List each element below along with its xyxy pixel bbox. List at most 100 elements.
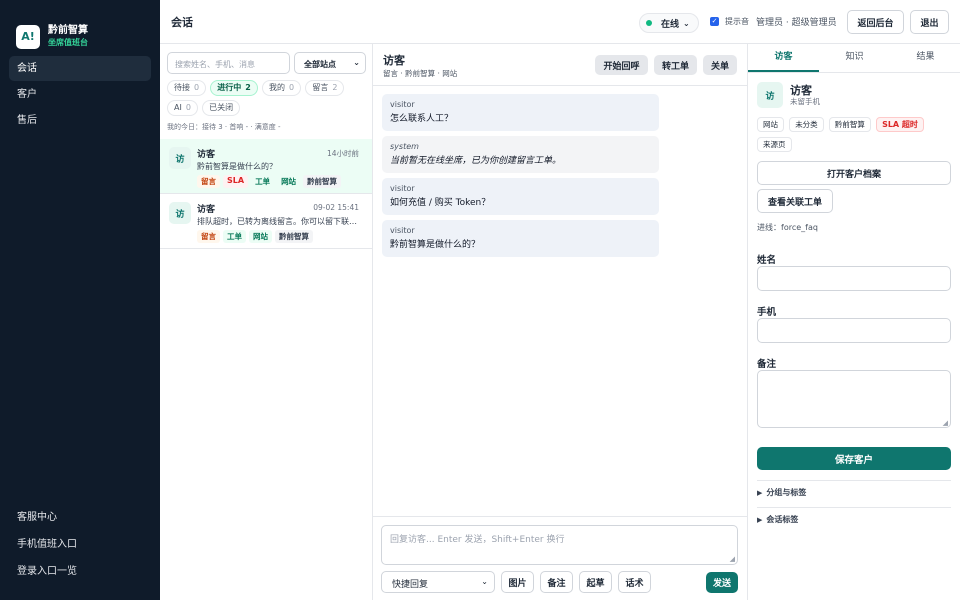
conversation-tags: 留言 SLA 工单 网站 黔前智算	[197, 175, 344, 188]
view-ticket-button[interactable]: 查看关联工单	[757, 189, 833, 213]
brand-name: 黔前智算	[48, 24, 88, 36]
note-button[interactable]: 备注	[540, 571, 573, 593]
tab-result[interactable]: 结果	[890, 44, 960, 72]
resize-grip-icon[interactable]: ◢	[730, 555, 735, 563]
logout-button[interactable]: 退出	[910, 10, 949, 34]
chevron-down-icon: ⌄	[481, 577, 488, 586]
message: visitor 怎么联系人工？	[382, 94, 659, 131]
entry-source: 进线：force_faq	[757, 223, 818, 232]
sound-toggle[interactable]: ✓ 提示音	[710, 16, 749, 27]
online-dot-icon	[646, 20, 652, 26]
phone-field[interactable]	[757, 318, 951, 343]
filter-in-progress[interactable]: 进行中 2	[210, 80, 258, 96]
site-filter-select[interactable]: 全部站点 ⌄	[294, 52, 366, 74]
name-field[interactable]	[757, 266, 951, 291]
user-label: 管理员 · 超级管理员	[756, 18, 837, 28]
chat-subtitle: 留言 · 黔前智算 · 网站	[383, 69, 458, 78]
tag-site: 黔前智算	[275, 230, 313, 243]
group-tags-toggle[interactable]: ▶ 分组与标签	[757, 480, 951, 507]
brand: A! 黔前智算 坐席值班台	[0, 0, 160, 56]
reply-textarea[interactable]: 回复访客... Enter 发送，Shift+Enter 换行 ◢	[381, 525, 738, 565]
phone-label: 手机	[757, 307, 777, 318]
chat-pane: 访客 留言 · 黔前智算 · 网站 开始回呼 转工单 关单 visitor 怎么…	[373, 44, 747, 600]
tab-visitor[interactable]: 访客	[748, 44, 819, 72]
tag-uncategorized: 未分类	[789, 117, 824, 132]
session-tags-toggle[interactable]: ▶ 会话标签	[757, 507, 951, 534]
resize-grip-icon[interactable]: ◢	[943, 419, 948, 427]
send-button[interactable]: 发送	[706, 572, 738, 593]
topbar: 会话 在线 ⌄ ✓ 提示音 管理员 · 超级管理员 返回后台 退出	[160, 0, 960, 44]
tag-site: 黔前智算	[828, 117, 871, 132]
filter-closed[interactable]: 已关闭	[202, 100, 241, 116]
sidebar-item-service-center[interactable]: 客服中心	[9, 505, 151, 531]
filter-ai[interactable]: AI 0	[167, 100, 198, 116]
sound-label: 提示音	[725, 17, 749, 26]
customer-panel: 访客 知识 结果 访 访客 未留手机 网站 未分类 黔前智算 SLA 超时 来源…	[747, 44, 960, 600]
tag-source-page[interactable]: 来源页	[757, 137, 792, 152]
tag-ticket: 工单	[251, 175, 275, 188]
start-callback-button[interactable]: 开始回呼	[595, 55, 648, 75]
conversation-item[interactable]: 访 访客 09-02 15:41 排队超时，已转为离线留言。你可以留下联… 留言…	[160, 194, 372, 249]
note-field[interactable]: ◢	[757, 370, 951, 428]
brand-subtitle: 坐席值班台	[48, 37, 88, 47]
quick-reply-label: 快捷回复	[392, 580, 429, 590]
conversation-name: 访客	[197, 205, 216, 215]
conversation-preview: 黔前智算是做什么的？	[197, 162, 277, 171]
customer-phone: 未留手机	[790, 97, 820, 106]
sidebar-item-conversations[interactable]: 会话	[9, 56, 151, 81]
message-text: 黔前智算是做什么的？	[390, 240, 481, 250]
open-profile-button[interactable]: 打开客户档案	[757, 161, 951, 185]
sidebar: A! 黔前智算 坐席值班台 会话 客户 售后 客服中心 手机值班入口 登录入口一…	[0, 0, 160, 600]
chat-header: 访客 留言 · 黔前智算 · 网站 开始回呼 转工单 关单	[373, 44, 747, 86]
save-customer-button[interactable]: 保存客户	[757, 447, 951, 470]
today-stats: 我的今日：接待 3 · 首响 - · 满意度 -	[167, 123, 281, 131]
convert-ticket-button[interactable]: 转工单	[654, 55, 697, 75]
image-button[interactable]: 图片	[501, 571, 534, 593]
sidebar-item-login-entries[interactable]: 登录入口一览	[9, 559, 151, 585]
message-sender: system	[390, 142, 419, 151]
message: visitor 黔前智算是做什么的？	[382, 220, 659, 257]
back-to-admin-button[interactable]: 返回后台	[847, 10, 904, 34]
note-label: 备注	[757, 359, 777, 370]
status-select[interactable]: 在线 ⌄	[639, 13, 699, 33]
message-sender: visitor	[390, 226, 415, 235]
triangle-right-icon: ▶	[757, 489, 763, 497]
tag-site: 黔前智算	[303, 175, 342, 188]
tag-sla: SLA	[223, 175, 249, 188]
search-input[interactable]: 搜索姓名、手机、消息	[167, 52, 290, 74]
filter-messages[interactable]: 留言 2	[305, 80, 345, 96]
sidebar-bottom-nav: 客服中心 手机值班入口 登录入口一览	[9, 505, 151, 586]
conversation-time: 14小时前	[326, 149, 359, 158]
customer-tags: 网站 未分类 黔前智算 SLA 超时 来源页	[757, 117, 953, 157]
script-button[interactable]: 话术	[618, 571, 651, 593]
conversation-time: 09-02 15:41	[313, 203, 359, 212]
site-filter-label: 全部站点	[304, 60, 336, 69]
message-list: visitor 怎么联系人工？ system 当前暂无在线坐席，已为你创建留言工…	[382, 94, 659, 262]
sidebar-item-customers[interactable]: 客户	[9, 82, 151, 107]
conversation-item[interactable]: 访 访客 14小时前 黔前智算是做什么的？ 留言 SLA 工单 网站 黔前智算	[160, 139, 372, 194]
draft-button[interactable]: 起草	[579, 571, 612, 593]
status-label: 在线	[661, 19, 680, 30]
chat-title: 访客	[383, 54, 405, 67]
filter-waiting[interactable]: 待接 0	[167, 80, 207, 96]
tag-message: 留言	[197, 230, 220, 243]
filter-mine[interactable]: 我的 0	[262, 80, 302, 96]
sidebar-item-aftersales[interactable]: 售后	[9, 108, 151, 133]
avatar: 访	[169, 147, 191, 169]
tab-knowledge[interactable]: 知识	[819, 44, 890, 72]
triangle-right-icon: ▶	[757, 516, 763, 524]
checkbox-icon[interactable]: ✓	[710, 17, 719, 26]
sidebar-item-mobile-duty[interactable]: 手机值班入口	[9, 532, 151, 558]
status-filters: 待接 0 进行中 2 我的 0 留言 2 AI 0 已关闭	[167, 80, 367, 120]
brand-logo: A!	[16, 24, 40, 49]
sidebar-nav: 会话 客户 售后	[9, 56, 151, 134]
quick-reply-select[interactable]: 快捷回复 ⌄	[381, 571, 495, 593]
close-ticket-button[interactable]: 关单	[703, 55, 737, 75]
conversation-list-pane: 搜索姓名、手机、消息 全部站点 ⌄ 待接 0 进行中 2 我的 0 留言 2 AI 0 已…	[160, 44, 373, 600]
page-title: 会话	[171, 16, 193, 29]
message-text: 如何充值 / 购买 Token？	[390, 198, 491, 208]
message-sender: visitor	[390, 100, 415, 109]
tag-sla-timeout: SLA 超时	[876, 117, 924, 132]
message-text: 怎么联系人工？	[390, 114, 454, 124]
conversation-tags: 留言 工单 网站 黔前智算	[197, 230, 316, 243]
